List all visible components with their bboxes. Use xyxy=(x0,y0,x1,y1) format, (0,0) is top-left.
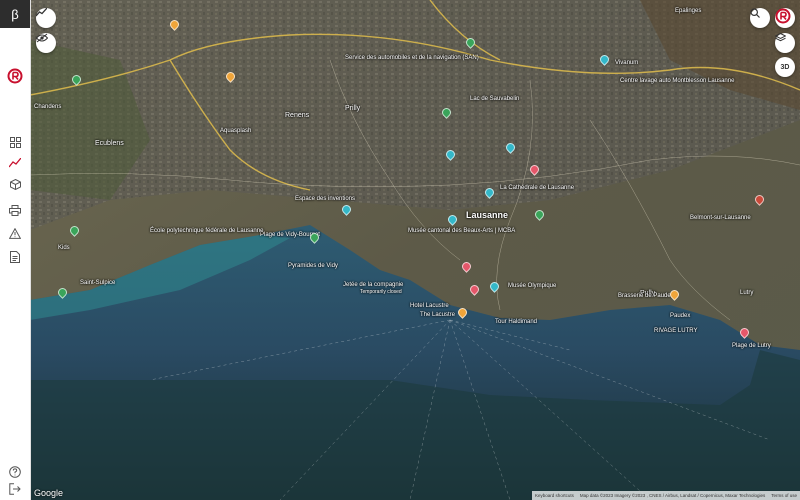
keyboard-shortcuts-link[interactable]: Keyboard shortcuts xyxy=(535,493,574,498)
label-ecole-polytech: École polytechnique fédérale de Lausanne xyxy=(150,228,264,234)
label-musee-cantonal: Musée cantonal des Beaux-Arts | MCBA xyxy=(408,228,516,234)
label-chandens: Chandens xyxy=(34,104,62,110)
label-rivage-lutry: RIVAGE LUTRY xyxy=(654,328,698,334)
terms-link[interactable]: Terms of use xyxy=(771,493,797,498)
label-prilly: Prilly xyxy=(345,105,361,112)
document-icon[interactable] xyxy=(7,249,23,265)
satellite-map[interactable]: Lausanne Renens Prilly Pully Ecublens Ch… xyxy=(30,0,800,500)
label-saint-sulpice: Saint-Sulpice xyxy=(80,280,116,286)
label-pyramides: Pyramides de Vidy xyxy=(288,263,338,269)
label-service-auto: Service des automobiles et de la navigat… xyxy=(345,55,479,61)
search-icon xyxy=(750,8,760,18)
google-logo: Google xyxy=(34,488,64,498)
search-button[interactable] xyxy=(750,8,770,28)
brand-logo-icon xyxy=(775,8,791,24)
beta-badge: β xyxy=(0,0,30,28)
label-lutry: Lutry xyxy=(740,290,754,296)
label-brasserie: Brasserie de Paudex xyxy=(618,293,674,299)
label-cathedrale: La Cathédrale de Lausanne xyxy=(500,185,575,191)
map-imagery xyxy=(30,0,800,500)
printer-icon[interactable] xyxy=(7,202,23,218)
label-hotel-lacustre: Hotel Lacustre xyxy=(410,303,449,309)
label-vivanum: Vivanum xyxy=(615,60,639,66)
label-the-lacustre: The Lacustre xyxy=(420,312,456,318)
sidebar: β xyxy=(0,0,31,500)
eye-off-icon xyxy=(36,33,48,43)
label-renens: Renens xyxy=(285,112,310,119)
logout-icon[interactable] xyxy=(7,481,23,497)
brand-logo-icon[interactable] xyxy=(7,68,23,84)
help-icon[interactable] xyxy=(7,464,23,480)
trend-icon xyxy=(36,8,47,17)
map-data-text: Map data ©2023 Imagery ©2023 , CNES / Ai… xyxy=(579,493,766,498)
label-paudex: Paudex xyxy=(670,313,691,319)
label-centre-lavage: Centre lavage auto Montblesson Lausanne xyxy=(620,78,735,84)
label-jetee: Jetée de la compagnie xyxy=(343,282,404,288)
warning-icon[interactable] xyxy=(7,225,23,241)
label-ecublens: Ecublens xyxy=(95,140,124,147)
label-lausanne: Lausanne xyxy=(466,210,509,220)
label-musee-olympique: Musée Olympique xyxy=(508,283,557,289)
brand-button[interactable] xyxy=(775,8,795,28)
three-d-button[interactable]: 3D xyxy=(775,57,795,77)
hide-layer-button[interactable] xyxy=(36,33,56,53)
label-epalinges: Epalinges xyxy=(675,8,702,14)
grid-icon[interactable] xyxy=(7,134,23,150)
label-espace-inventions: Espace des inventions xyxy=(295,196,356,202)
label-temporarily-closed: Temporarily closed xyxy=(360,289,402,295)
map-attribution: Keyboard shortcuts Map data ©2023 Imager… xyxy=(532,491,800,500)
cube-icon[interactable] xyxy=(7,176,23,192)
trend-layer-button[interactable] xyxy=(36,8,56,28)
label-plage-lutry: Plage de Lutry xyxy=(732,343,771,349)
trend-icon[interactable] xyxy=(7,155,23,171)
label-tour-haldimand: Tour Haldimand xyxy=(495,319,538,325)
layers-icon xyxy=(775,33,786,42)
label-kids: Kids xyxy=(58,245,70,251)
label-sauvabelin: Lac de Sauvabelin xyxy=(470,96,520,102)
label-belmont: Belmont-sur-Lausanne xyxy=(690,215,751,221)
layers-button[interactable] xyxy=(775,33,795,53)
three-d-label: 3D xyxy=(780,63,790,71)
label-aquasplash: Aquasplash xyxy=(220,128,252,134)
